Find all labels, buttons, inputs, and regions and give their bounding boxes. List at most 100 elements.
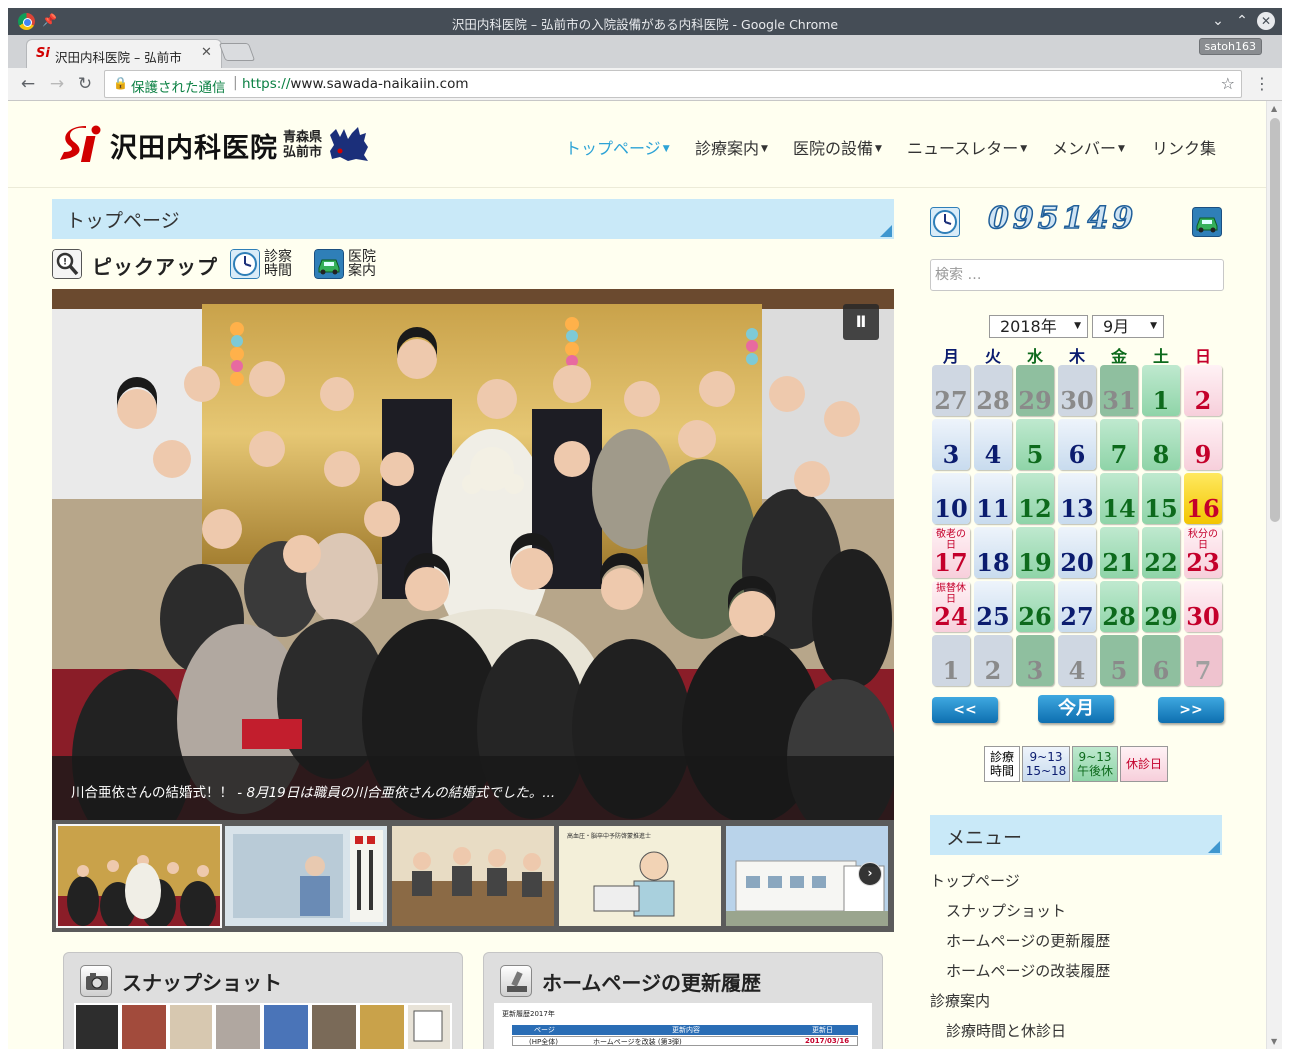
- calendar-day[interactable]: 6: [1142, 635, 1180, 686]
- calendar-today-button[interactable]: 今月: [1038, 695, 1114, 723]
- calendar-day[interactable]: 11: [974, 473, 1012, 524]
- calendar-day[interactable]: 20: [1058, 527, 1096, 578]
- calendar-day[interactable]: 26: [1016, 581, 1054, 632]
- calendar-day[interactable]: 8: [1142, 419, 1180, 470]
- menu-subitem[interactable]: 診療時間と休診日: [946, 1020, 1066, 1041]
- clinic-car-icon[interactable]: [314, 249, 344, 279]
- browser-menu-icon[interactable]: ⋮: [1254, 74, 1270, 93]
- calendar-day[interactable]: 7: [1184, 635, 1222, 686]
- calendar-day[interactable]: 25: [974, 581, 1012, 632]
- calendar-day[interactable]: 6: [1058, 419, 1096, 470]
- calendar-day[interactable]: 15: [1142, 473, 1180, 524]
- calendar-day[interactable]: 振替休日 24: [932, 581, 970, 632]
- calendar-day[interactable]: 27: [1058, 581, 1096, 632]
- calendar-day[interactable]: 22: [1142, 527, 1180, 578]
- update-history-preview[interactable]: 更新履歴2017年 ページ 更新内容 更新日 (HP全体) ホームページを改装 …: [494, 1003, 872, 1049]
- clinic-hours-clock-icon[interactable]: [230, 249, 260, 279]
- calendar-day[interactable]: 28: [1100, 581, 1138, 632]
- thumbnail-next-button[interactable]: ›: [858, 862, 882, 886]
- nav-item[interactable]: メンバー ▼: [1052, 135, 1125, 159]
- slide-caption[interactable]: 川合亜依さんの結婚式！！ - 8月19日は職員の川合亜依さんの結婚式でした。..…: [71, 781, 555, 801]
- minimize-icon[interactable]: ⌄: [1208, 11, 1228, 31]
- forward-arrow-icon[interactable]: →: [47, 74, 67, 94]
- calendar-day[interactable]: 13: [1058, 473, 1096, 524]
- scroll-down-icon[interactable]: ▼: [1271, 1037, 1277, 1046]
- calendar-day[interactable]: 30: [1058, 365, 1096, 416]
- calendar-day[interactable]: 7: [1100, 419, 1138, 470]
- slider-thumbnail[interactable]: [392, 826, 554, 926]
- page-scrollbar[interactable]: ▲ ▼: [1266, 101, 1282, 1049]
- calendar-day[interactable]: 3: [932, 419, 970, 470]
- menu-item[interactable]: トップページ: [930, 870, 1020, 891]
- calendar-day[interactable]: 秋分の日 23: [1184, 527, 1222, 578]
- calendar-day[interactable]: 16: [1184, 473, 1222, 524]
- nav-item[interactable]: 診療案内 ▼: [695, 135, 768, 159]
- calendar-day-number: 3: [1026, 656, 1044, 685]
- new-tab-button[interactable]: [218, 43, 256, 61]
- slider-thumbnail[interactable]: 高血圧・脳卒中予防啓蒙推進士: [559, 826, 721, 926]
- calendar-day[interactable]: 4: [1058, 635, 1096, 686]
- close-tab-icon[interactable]: ✕: [201, 45, 212, 60]
- calendar-next-button[interactable]: >>: [1158, 697, 1224, 723]
- back-arrow-icon[interactable]: ←: [18, 74, 38, 94]
- calendar-prev-button[interactable]: <<: [932, 697, 998, 723]
- clinic-logo-text[interactable]: 沢田内科医院: [110, 126, 278, 165]
- browser-tab[interactable]: Si 沢田内科医院 – 弘前市 ✕: [26, 39, 222, 68]
- svg-text:高血圧・脳卒中予防啓蒙推進士: 高血圧・脳卒中予防啓蒙推進士: [567, 832, 651, 840]
- calendar-month-select[interactable]: 9月 ▼: [1092, 315, 1164, 338]
- snapshot-thumbnails[interactable]: [74, 1003, 452, 1049]
- snapshot-card[interactable]: スナップショット: [63, 952, 463, 1049]
- calendar-day-number: 6: [1152, 656, 1170, 685]
- menu-subitem[interactable]: ホームページの改装履歴: [946, 960, 1110, 981]
- address-bar[interactable]: 🔒 保護された通信 | https://www.sawada-naikaiin.…: [104, 70, 1242, 98]
- reload-icon[interactable]: ↻: [75, 74, 95, 94]
- wedding-group-photo[interactable]: [52, 289, 894, 820]
- close-window-icon[interactable]: ✕: [1257, 12, 1275, 30]
- maximize-icon[interactable]: ⌃: [1232, 11, 1252, 31]
- nav-item[interactable]: 医院の設備 ▼: [793, 135, 882, 159]
- calendar-day[interactable]: 30: [1184, 581, 1222, 632]
- calendar-day[interactable]: 敬老の日 17: [932, 527, 970, 578]
- menu-item[interactable]: 診療案内: [930, 990, 990, 1011]
- calendar-day[interactable]: 2: [1184, 365, 1222, 416]
- hours-link[interactable]: 診察 時間: [264, 250, 292, 278]
- slider-pause-button[interactable]: Ⅱ: [843, 304, 879, 340]
- nav-item[interactable]: リンク集: [1152, 135, 1216, 159]
- scroll-up-icon[interactable]: ▲: [1271, 104, 1277, 113]
- calendar-day-number: 3: [942, 440, 960, 469]
- calendar-day[interactable]: 28: [974, 365, 1012, 416]
- calendar-day[interactable]: 9: [1184, 419, 1222, 470]
- calendar-day[interactable]: 27: [932, 365, 970, 416]
- slider-thumbnail[interactable]: [225, 826, 387, 926]
- search-input[interactable]: [930, 259, 1224, 291]
- scrollbar-thumb[interactable]: [1270, 118, 1280, 522]
- bookmark-star-icon[interactable]: ☆: [1221, 74, 1235, 93]
- calendar-day[interactable]: 29: [1016, 365, 1054, 416]
- calendar-day[interactable]: 1: [932, 635, 970, 686]
- calendar-day-number: 20: [1060, 548, 1094, 577]
- nav-item[interactable]: ニュースレター ▼: [907, 135, 1027, 159]
- calendar-day[interactable]: 4: [974, 419, 1012, 470]
- calendar-day[interactable]: 29: [1142, 581, 1180, 632]
- slider-thumbnail[interactable]: [56, 824, 222, 928]
- calendar-day[interactable]: 18: [974, 527, 1012, 578]
- calendar-day[interactable]: 2: [974, 635, 1012, 686]
- calendar-day[interactable]: 19: [1016, 527, 1054, 578]
- calendar-day[interactable]: 12: [1016, 473, 1054, 524]
- clinic-logo-icon[interactable]: [56, 124, 104, 166]
- calendar-day[interactable]: 31: [1100, 365, 1138, 416]
- menu-subitem[interactable]: スナップショット: [946, 900, 1066, 921]
- clinic-guide-link[interactable]: 医院 案内: [348, 250, 376, 278]
- calendar-day[interactable]: 10: [932, 473, 970, 524]
- calendar-day[interactable]: 1: [1142, 365, 1180, 416]
- menu-subitem[interactable]: ホームページの更新履歴: [946, 930, 1110, 951]
- calendar-day[interactable]: 5: [1016, 419, 1054, 470]
- calendar-day[interactable]: 14: [1100, 473, 1138, 524]
- nav-item[interactable]: トップページ ▼: [565, 135, 670, 159]
- calendar-day[interactable]: 5: [1100, 635, 1138, 686]
- calendar-day[interactable]: 21: [1100, 527, 1138, 578]
- profile-badge[interactable]: satoh163: [1198, 38, 1262, 55]
- calendar-year-select[interactable]: 2018年 ▼: [989, 315, 1088, 338]
- calendar-day[interactable]: 3: [1016, 635, 1054, 686]
- update-history-card[interactable]: ホームページの更新履歴 更新履歴2017年 ページ 更新内容 更新日 (HP全体…: [483, 952, 883, 1049]
